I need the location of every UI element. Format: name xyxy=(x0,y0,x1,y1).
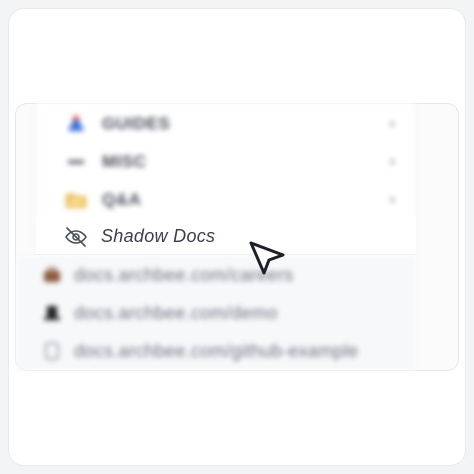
nav-item-guides[interactable]: GUIDES › xyxy=(37,105,415,143)
chevron-right-icon: › xyxy=(389,191,395,208)
nav-item-label: Q&A xyxy=(102,190,142,209)
briefcase-icon xyxy=(42,265,62,285)
nav-item-label: MISC xyxy=(102,152,147,171)
link-list: docs.archbee.com/careers docs.archbee.co… xyxy=(16,256,416,370)
link-label: docs.archbee.com/demo xyxy=(74,302,278,323)
link-item-github-example[interactable]: docs.archbee.com/github-example xyxy=(16,332,416,370)
link-item-demo[interactable]: docs.archbee.com/demo xyxy=(16,294,416,332)
nav-item-shadow-docs[interactable]: Shadow Docs xyxy=(36,217,416,255)
document-icon xyxy=(42,341,62,361)
flask-icon xyxy=(65,113,87,135)
chevron-right-icon: › xyxy=(389,115,395,132)
nav-item-misc[interactable]: MISC › xyxy=(37,143,415,181)
link-label: docs.archbee.com/github-example xyxy=(74,340,359,361)
folder-icon xyxy=(65,189,87,211)
chevron-right-icon: › xyxy=(389,153,395,170)
hat-icon xyxy=(42,303,62,323)
shadow-docs-label: Shadow Docs xyxy=(101,226,216,246)
link-item-careers[interactable]: docs.archbee.com/careers xyxy=(16,256,416,294)
eye-off-icon xyxy=(64,225,88,249)
mouse-cursor-icon xyxy=(249,241,285,275)
minus-icon xyxy=(65,151,87,173)
nav-item-qa[interactable]: Q&A › xyxy=(37,181,415,219)
nav-item-label: GUIDES xyxy=(102,114,171,133)
